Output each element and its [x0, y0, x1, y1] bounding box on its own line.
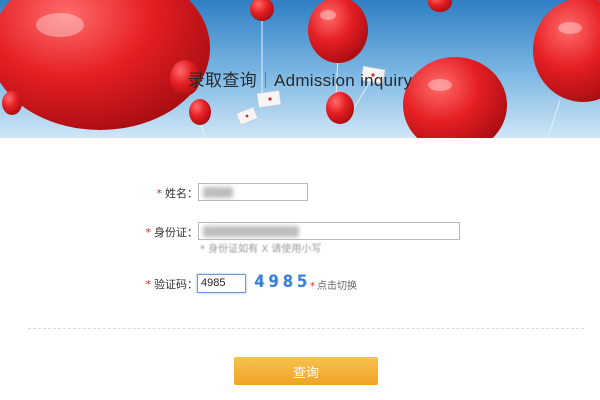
required-mark: *	[156, 187, 163, 200]
id-card-row: * 身份证：	[0, 220, 600, 242]
banner: 录取查询 Admission inquiry	[0, 0, 600, 138]
id-card-input[interactable]	[198, 222, 460, 240]
query-button[interactable]: 查询	[234, 357, 378, 385]
id-card-hint: * 身份证如有 X 请使用小写	[200, 244, 322, 255]
refresh-mark: *	[310, 281, 315, 292]
name-input[interactable]	[198, 183, 308, 201]
id-card-label-text: 身份证：	[154, 226, 198, 239]
banner-title-en: Admission inquiry	[273, 71, 413, 90]
captcha-row: * 验证码： 4985 4985 * 点击切换	[0, 272, 600, 294]
form-divider	[28, 328, 584, 329]
captcha-refresh-link[interactable]: * 点击切换	[310, 277, 357, 292]
redacted-id-number	[203, 226, 299, 237]
captcha-input-value: 4985	[201, 277, 226, 289]
redacted-name	[203, 187, 233, 198]
captcha-label-text: 验证码：	[154, 278, 198, 291]
required-mark: *	[145, 278, 152, 291]
required-mark: *	[145, 226, 152, 239]
captcha-input[interactable]: 4985	[197, 274, 246, 293]
banner-title-cn: 录取查询	[187, 71, 257, 91]
captcha-label: * 验证码：	[140, 276, 199, 292]
captcha-refresh-text: 点击切换	[317, 281, 357, 292]
admission-inquiry-page: 录取查询 Admission inquiry * 姓名： * 身份证： * 身份证如有…	[0, 0, 600, 400]
name-label-text: 姓名：	[165, 187, 198, 200]
name-label: * 姓名：	[150, 185, 199, 201]
name-row: * 姓名：	[0, 181, 600, 203]
captcha-image[interactable]: 4985	[254, 272, 311, 292]
id-card-label: * 身份证：	[140, 224, 199, 240]
title-divider	[264, 72, 266, 88]
banner-title: 录取查询 Admission inquiry	[0, 66, 600, 91]
